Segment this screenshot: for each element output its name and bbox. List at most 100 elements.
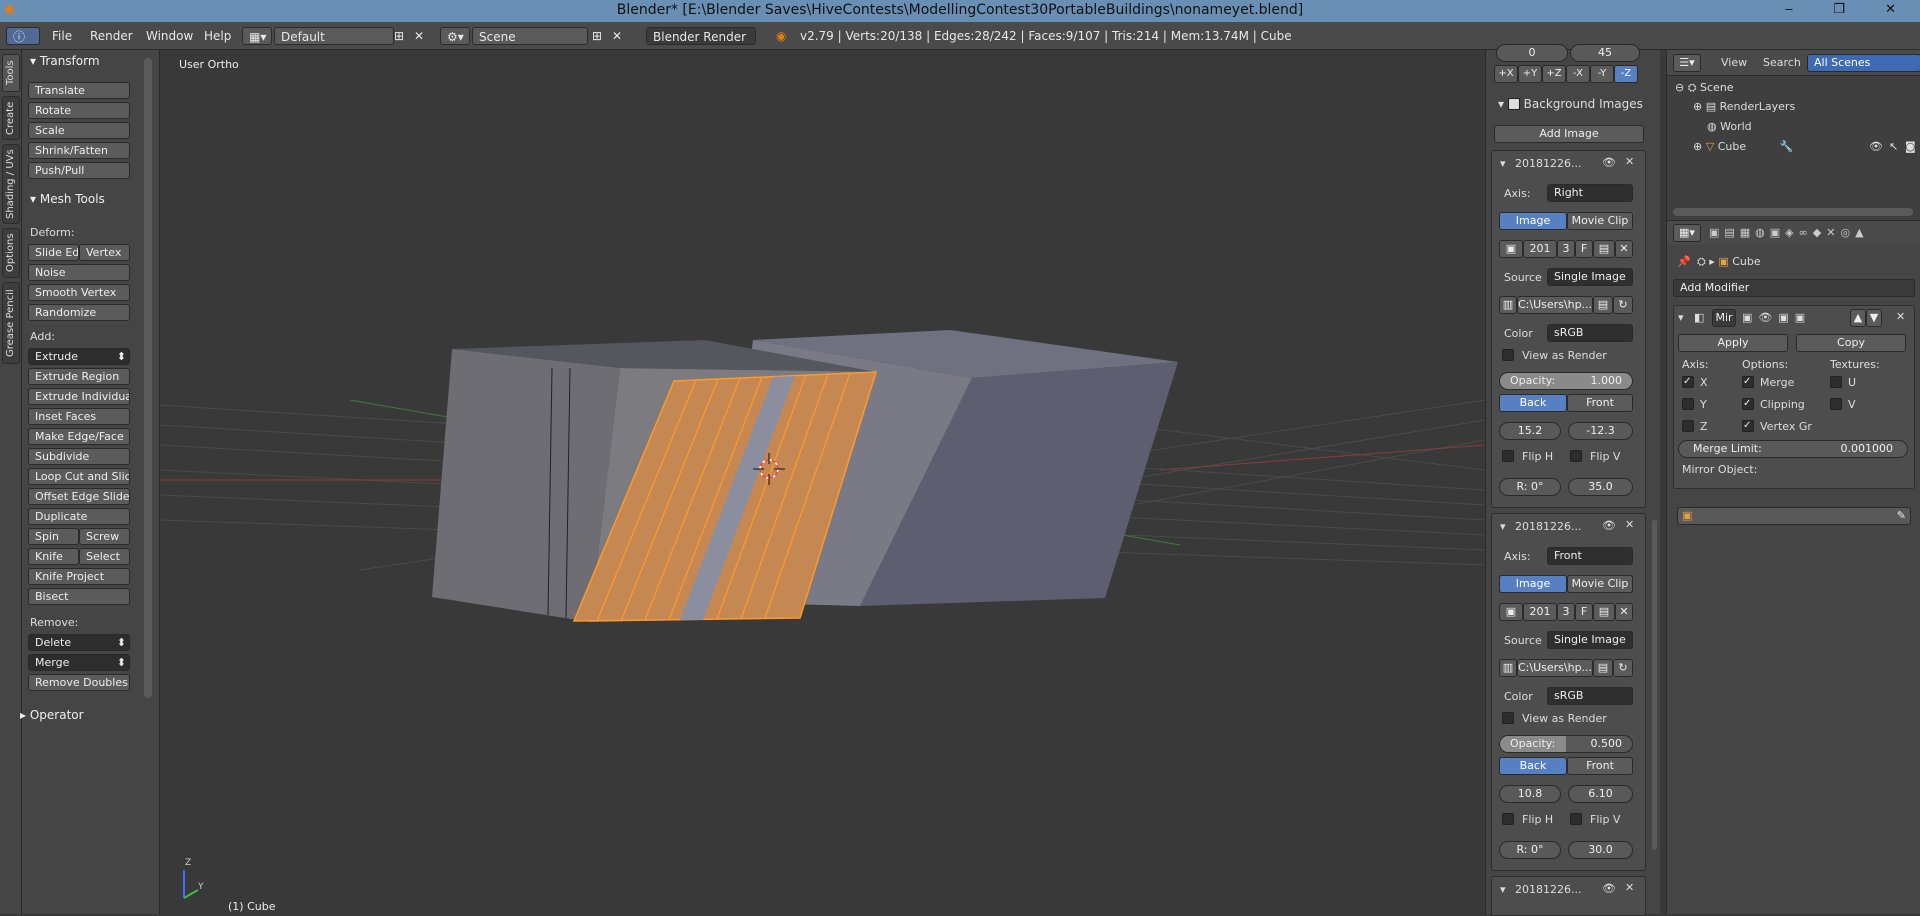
extrude-region-button[interactable]: Extrude Region — [28, 368, 130, 385]
panel-operator-header[interactable]: ▸ Operator — [12, 708, 142, 726]
axis-dropdown[interactable]: Right — [1547, 184, 1633, 202]
view-as-render-checkbox[interactable] — [1502, 349, 1514, 361]
offset-edge-slide-button[interactable]: Offset Edge Slide — [28, 488, 130, 505]
tab-shading-uvs[interactable]: Shading / UVs — [2, 144, 20, 224]
3d-viewport[interactable]: User Ortho Z Y (1) Cube — [160, 50, 1485, 914]
image-frame-field[interactable]: 201 — [1523, 603, 1557, 621]
bg-image-name[interactable]: ▾ 20181226... — [1500, 883, 1582, 896]
close-icon[interactable]: ✕ — [1625, 518, 1634, 531]
bg-image-name[interactable]: ▾ 20181226... — [1500, 520, 1582, 533]
tab-grease-pencil[interactable]: Grease Pencil — [2, 282, 20, 364]
scale-button[interactable]: Scale — [28, 122, 130, 139]
knife-select-button[interactable]: Select — [79, 548, 130, 565]
outliner-item-cube[interactable]: ⊕ ▽ Cube 🔧 — [1693, 140, 1793, 153]
mirror-object-field[interactable]: ▣ ✎ — [1677, 507, 1911, 525]
knife-project-button[interactable]: Knife Project — [28, 568, 130, 585]
scene-field[interactable]: Scene — [472, 27, 588, 45]
slide-edge-button[interactable]: Slide Ed — [28, 244, 79, 261]
remove-doubles-button[interactable]: Remove Doubles — [28, 674, 130, 691]
vertex-groups-checkbox[interactable]: ✓ — [1742, 420, 1754, 432]
axis-x-checkbox[interactable]: ✓ — [1682, 376, 1694, 388]
axis-z-checkbox[interactable] — [1682, 420, 1694, 432]
texture-v-checkbox[interactable] — [1830, 398, 1842, 410]
subdivide-button[interactable]: Subdivide — [28, 448, 130, 465]
outliner-item-renderlayers[interactable]: ⊕ ▤ RenderLayers — [1693, 100, 1795, 113]
duplicate-button[interactable]: Duplicate — [28, 508, 130, 525]
render-camera-icon[interactable]: ◙ — [1905, 140, 1916, 153]
color-space-dropdown[interactable]: sRGB — [1547, 324, 1633, 342]
knife-button[interactable]: Knife — [28, 548, 79, 565]
translate-button[interactable]: Translate — [28, 82, 130, 99]
movie-clip-tab[interactable]: Movie Clip — [1567, 575, 1633, 593]
filepath-field[interactable]: C:\Users\hp... — [1517, 296, 1593, 314]
axis-y-checkbox[interactable] — [1682, 398, 1694, 410]
fake-user-button[interactable]: F — [1575, 603, 1593, 621]
visibility-eye-icon[interactable]: 👁 — [1869, 140, 1883, 153]
outliner-item-world[interactable]: ◍ World — [1707, 120, 1752, 133]
image-browse-icon[interactable]: ▣ — [1499, 603, 1523, 621]
window-controls[interactable]: ‒ ❐ ✕ — [1785, 2, 1914, 17]
clipping-checkbox[interactable]: ✓ — [1742, 398, 1754, 410]
source-dropdown[interactable]: Single Image — [1547, 268, 1633, 286]
open-image-icon[interactable]: ▤ — [1593, 603, 1615, 621]
flip-v-checkbox[interactable] — [1570, 813, 1582, 825]
viewport-scene[interactable] — [160, 50, 1485, 914]
axis-plus-y-button[interactable]: +Y — [1518, 65, 1542, 83]
open-image-icon[interactable]: ▤ — [1593, 240, 1615, 258]
filepath-field[interactable]: C:\Users\hp... — [1517, 659, 1593, 677]
render-engine-dropdown[interactable]: Blender Render — [646, 27, 756, 45]
modifier-display-toggles[interactable]: ▣👁▣▣ — [1742, 311, 1811, 324]
editor-type-button[interactable]: ⓘ ▾ — [6, 27, 40, 62]
bg-images-checkbox[interactable] — [1507, 98, 1520, 110]
menu-help[interactable]: Help — [204, 27, 231, 45]
close-icon[interactable]: ✕ — [1625, 881, 1634, 894]
offset-x-field[interactable]: 15.2 — [1499, 422, 1561, 440]
panel-transform-header[interactable]: ▾ Transform — [22, 54, 152, 72]
image-users-field[interactable]: 3 — [1557, 240, 1575, 258]
menu-window[interactable]: Window — [146, 27, 193, 45]
eyedropper-icon[interactable]: ✎ — [1897, 508, 1906, 524]
add-scene-icon[interactable]: ⊞ — [592, 27, 602, 45]
source-dropdown[interactable]: Single Image — [1547, 631, 1633, 649]
image-tab[interactable]: Image — [1499, 575, 1567, 593]
merge-dropdown[interactable]: Merge ⬍ — [28, 654, 130, 671]
outliner-editor-type-icon[interactable]: ☰▾ — [1673, 54, 1701, 72]
add-modifier-dropdown[interactable]: Add Modifier — [1673, 279, 1915, 297]
screw-button[interactable]: Screw — [79, 528, 130, 545]
npanel-scrollbar[interactable] — [1652, 520, 1657, 850]
panel-mesh-tools-header[interactable]: ▾ Mesh Tools — [22, 192, 152, 210]
back-tab[interactable]: Back — [1499, 757, 1567, 775]
file-icon[interactable]: ▥ — [1499, 659, 1517, 677]
reload-icon[interactable]: ↻ — [1613, 296, 1633, 314]
opacity-slider[interactable]: Opacity: 1.000 — [1499, 372, 1633, 390]
eye-icon[interactable]: 👁 — [1602, 519, 1616, 532]
front-tab[interactable]: Front — [1567, 394, 1633, 412]
modifier-name-field[interactable]: Mir — [1712, 309, 1736, 327]
fake-user-button[interactable]: F — [1575, 240, 1593, 258]
noise-button[interactable]: Noise — [28, 264, 130, 281]
movie-clip-tab[interactable]: Movie Clip — [1567, 212, 1633, 230]
eye-icon[interactable]: 👁 — [1602, 882, 1616, 895]
outliner-view-menu[interactable]: View — [1721, 56, 1747, 69]
vertex-slide-button[interactable]: Vertex — [79, 244, 130, 261]
browse-folder-icon[interactable]: ▤ — [1593, 296, 1613, 314]
eye-icon[interactable]: 👁 — [1602, 156, 1616, 169]
rotation-field[interactable]: R: 0° — [1499, 841, 1561, 859]
close-icon[interactable]: ✕ — [1625, 155, 1634, 168]
smooth-vertex-button[interactable]: Smooth Vertex — [28, 284, 130, 301]
outliner-search-menu[interactable]: Search — [1763, 56, 1801, 69]
tab-options[interactable]: Options — [2, 228, 20, 278]
front-tab[interactable]: Front — [1567, 757, 1633, 775]
color-space-dropdown[interactable]: sRGB — [1547, 687, 1633, 705]
merge-checkbox[interactable]: ✓ — [1742, 376, 1754, 388]
unlink-image-icon[interactable]: ✕ — [1615, 240, 1633, 258]
bisect-button[interactable]: Bisect — [28, 588, 130, 605]
outliner-display-dropdown[interactable]: All Scenes — [1807, 54, 1920, 72]
browse-folder-icon[interactable]: ▤ — [1593, 659, 1613, 677]
extrude-individual-button[interactable]: Extrude Individual — [28, 388, 130, 405]
image-frame-field[interactable]: 201 — [1523, 240, 1557, 258]
menu-render[interactable]: Render — [90, 27, 133, 45]
shrink-fatten-button[interactable]: Shrink/Fatten — [28, 142, 130, 159]
outliner-scrollbar[interactable] — [1673, 208, 1913, 216]
remove-scene-icon[interactable]: ✕ — [612, 27, 622, 45]
